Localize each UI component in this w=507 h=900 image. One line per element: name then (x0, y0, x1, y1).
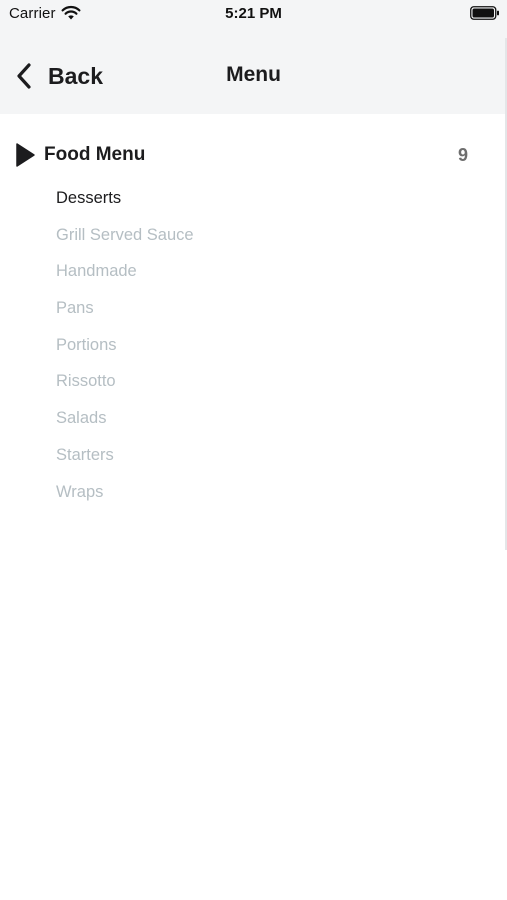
menu-item-handmade[interactable]: Handmade (56, 255, 456, 292)
menu-screen: Carrier 5:21 PM Back Menu Food Menu 9 De… (0, 0, 507, 900)
menu-category-list: Desserts Grill Served Sauce Handmade Pan… (56, 182, 456, 512)
status-bar: Carrier 5:21 PM (0, 0, 507, 38)
status-time: 5:21 PM (225, 5, 282, 22)
page-title: Menu (226, 63, 281, 86)
menu-item-grill-served-sauce[interactable]: Grill Served Sauce (56, 219, 456, 256)
menu-item-starters[interactable]: Starters (56, 439, 456, 476)
food-menu-group-header[interactable]: Food Menu 9 (14, 140, 474, 170)
menu-item-rissotto[interactable]: Rissotto (56, 365, 456, 402)
group-title: Food Menu (44, 144, 146, 165)
menu-item-desserts[interactable]: Desserts (56, 182, 456, 219)
menu-item-wraps[interactable]: Wraps (56, 476, 456, 513)
menu-item-pans[interactable]: Pans (56, 292, 456, 329)
navigation-bar: Back Menu (0, 38, 507, 114)
group-count-badge: 9 (457, 145, 468, 165)
menu-item-salads[interactable]: Salads (56, 402, 456, 439)
play-icon (16, 143, 35, 167)
battery-icon (470, 6, 499, 20)
menu-item-portions[interactable]: Portions (56, 329, 456, 366)
